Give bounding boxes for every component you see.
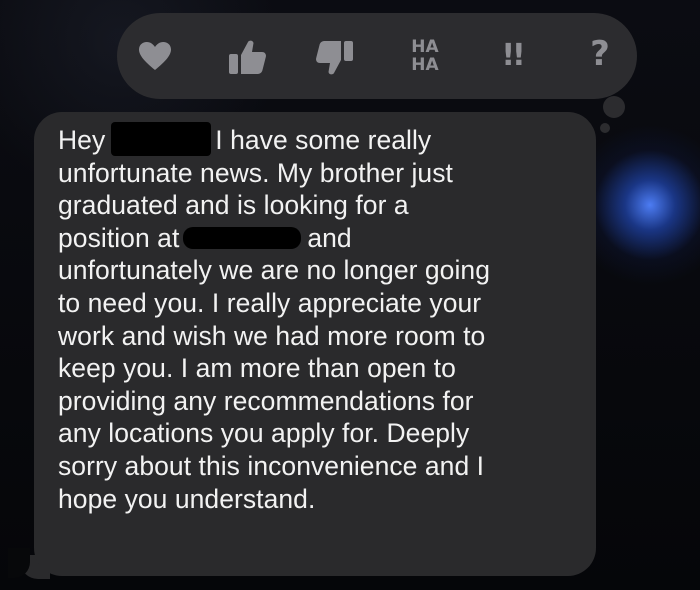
tapback-reaction-bar [117,13,637,99]
tapback-bar-tail-dot [600,123,610,133]
message-line: graduated and is looking for a [58,190,409,221]
question-icon[interactable]: ? [580,31,620,77]
haha-icon[interactable]: HA HA [400,30,450,82]
message-line: any locations you apply for. Deeply [58,418,470,449]
thumbs-down-icon[interactable] [313,36,357,80]
redacted-name [111,122,212,156]
redacted-company [183,226,302,249]
message-line: sorry about this inconvenience and I [58,450,485,481]
message-line: work and wish we had more room to [58,320,486,351]
tapback-bar-tail [603,96,625,118]
message-line: unfortunately we are no longer going [58,255,490,286]
message-line: keep you. I am more than open to [58,353,456,384]
message-line: providing any recommendations for [58,385,474,416]
message-line: Hey I have some really [58,122,588,157]
question-glyph: ? [590,34,610,74]
message-line: unfortunate news. My brother just [58,157,453,188]
emphasis-glyph: !! [501,37,525,73]
message-text: Hey I have some really unfortunate news. … [58,122,588,515]
message-line: hope you understand. [58,483,316,514]
message-line: to need you. I really appreciate your [58,287,482,318]
message-line-4-end: and [307,222,352,253]
message-line-1-text: I have some really [215,125,432,155]
haha-line-2: HA [411,55,439,75]
haha-line-1: HA [411,37,439,57]
message-greeting: Hey [58,125,106,155]
message-line: position at and [58,222,588,255]
emphasis-icon[interactable]: !! [492,33,532,77]
heart-icon[interactable] [137,38,173,74]
thumbs-up-icon[interactable] [225,35,269,79]
message-line-4-text: position at [58,222,180,253]
